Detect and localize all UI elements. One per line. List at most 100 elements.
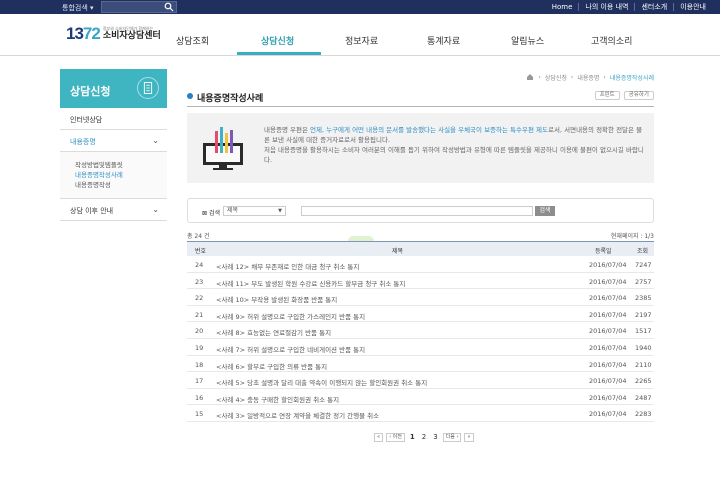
search-field-select[interactable]: 제목 ▼ (223, 206, 286, 216)
side-navigation: 상담신청 인터넷상담 내용증명 ⌄ 작성방법및템플릿 내용증명작성사례 내용증명… (60, 69, 167, 221)
header-title: 제목 (392, 248, 404, 255)
row-title[interactable]: <사례 9> 허위 설명으로 구입한 가스레인지 반품 통지 (216, 311, 365, 321)
chevron-down-icon: ⌄ (152, 136, 159, 145)
row-number: 16 (195, 393, 204, 402)
table-row[interactable]: 22 <사례 10> 부작용 발생된 화장품 반품 통지 2016/07/04 238… (187, 289, 654, 306)
side-nav-label: 내용증명 (70, 138, 96, 146)
usage-guide-link[interactable]: 이용안내 (673, 3, 712, 11)
row-number: 19 (195, 343, 204, 352)
page-info: 현재페이지 : 1/3 (610, 233, 654, 240)
table-row[interactable]: 21 <사례 9> 허위 설명으로 구입한 가스레인지 반품 통지 2016/07/… (187, 306, 654, 323)
row-views: 1517 (635, 327, 652, 336)
my-history-link[interactable]: 나의 이용 내역 (578, 3, 634, 11)
menu-item-voice[interactable]: 고객의소리 (591, 34, 632, 47)
top-bar: 통합검색 ▾ Home 나의 이용 내역 센터소개 이용안내 (0, 0, 720, 14)
first-page-button[interactable]: « (374, 432, 384, 442)
table-row[interactable]: 20 <사례 8> 효능없는 연료절감기 반품 통지 2016/07/04 1517 (187, 322, 654, 339)
row-date: 2016/07/04 (589, 393, 627, 402)
menu-item-stats[interactable]: 통계자료 (427, 34, 460, 47)
breadcrumb-item[interactable]: 상담신청 (545, 73, 567, 82)
side-nav-item-after-consult[interactable]: 상담 이후 안내 ⌄ (60, 199, 167, 221)
row-views: 7247 (635, 261, 652, 269)
unified-search-dropdown[interactable]: 통합검색 ▾ (62, 3, 94, 13)
breadcrumb-item[interactable]: 내용증명 (577, 73, 599, 82)
sub-item-write[interactable]: 내용증명작성 (75, 180, 167, 190)
page-title: 내용증명작성사례 (197, 94, 264, 104)
row-number: 18 (195, 360, 204, 369)
page-number[interactable]: 2 (420, 433, 428, 441)
row-views: 2487 (635, 393, 652, 402)
search-label: ⊠ 검색 (202, 210, 220, 217)
row-title[interactable]: <사례 7> 허위 설명으로 구입한 네비게이션 반품 통지 (216, 344, 365, 354)
breadcrumb: › 상담신청 › 내용증명 › 내용증명작성사례 (526, 72, 654, 82)
header-no: 번호 (195, 248, 207, 255)
row-number: 15 (195, 410, 204, 419)
row-title[interactable]: <사례 5> 당초 설명과 달리 대출 약속이 이행되지 않는 할인회원권 취소… (216, 377, 427, 387)
table-row[interactable]: 15 <사례 3> 일방적으로 연장 계약을 체결한 정기 간행물 취소 2016/… (187, 405, 654, 422)
row-title[interactable]: <사례 3> 일방적으로 연장 계약을 체결한 정기 간행물 취소 (216, 410, 379, 420)
row-number: 24 (195, 261, 204, 269)
title-bullet-icon (187, 93, 193, 99)
menu-item-news[interactable]: 알림뉴스 (511, 34, 544, 47)
row-date: 2016/07/04 (589, 261, 627, 269)
search-input[interactable] (301, 206, 533, 216)
side-nav-sub-list: 작성방법및템플릿 내용증명작성사례 내용증명작성 (60, 152, 167, 199)
row-views: 2283 (635, 410, 652, 419)
site-logo[interactable]: 1372 정부와 소비자단체가 함께하는 소비자상담센터 (66, 23, 161, 45)
list-search-bar: ⊠ 검색 제목 ▼ 검색 (187, 198, 654, 223)
row-date: 2016/07/04 (589, 410, 627, 419)
page-tools: 프린트 공유하기 (594, 91, 654, 100)
row-title[interactable]: <사례 4> 충동 구매한 할인회원권 취소 통지 (216, 394, 339, 404)
row-title[interactable]: <사례 12> 채무 부존재로 인한 대금 청구 취소 통지 (216, 261, 359, 271)
print-button[interactable]: 프린트 (594, 91, 620, 100)
share-button[interactable]: 공유하기 (623, 91, 654, 100)
page-number[interactable]: 1 (408, 433, 417, 441)
table-row[interactable]: 17 <사례 5> 당초 설명과 달리 대출 약속이 이행되지 않는 할인회원권 … (187, 372, 654, 389)
center-intro-link[interactable]: 센터소개 (634, 3, 673, 11)
sub-item-guide-template[interactable]: 작성방법및템플릿 (75, 160, 167, 170)
row-date: 2016/07/04 (589, 360, 627, 369)
last-page-button[interactable]: » (464, 432, 474, 442)
row-number: 22 (195, 294, 204, 303)
search-icon[interactable] (164, 2, 174, 12)
intro-text: 내용증명 우편은 언제, 누구에게 어떤 내용의 문서를 발송했다는 사실을 우… (264, 125, 648, 165)
chevron-down-icon: ⌄ (152, 205, 159, 214)
sub-item-case-examples[interactable]: 내용증명작성사례 (75, 170, 167, 180)
page-number[interactable]: 3 (431, 433, 439, 441)
row-date: 2016/07/04 (589, 310, 627, 319)
side-nav-label: 인터넷상담 (70, 116, 103, 124)
row-title[interactable]: <사례 8> 효능없는 연료절감기 반품 통지 (216, 327, 331, 337)
row-views: 2757 (635, 277, 652, 286)
table-row[interactable]: 23 <사례 11> 부도 발생된 학원 수강료 신용카드 할부금 청구 취소 통… (187, 273, 654, 290)
main-menu: 상담조회 상담신청 정보자료 통계자료 알림뉴스 고객의소리 (150, 34, 720, 47)
table-row[interactable]: 19 <사례 7> 허위 설명으로 구입한 네비게이션 반품 통지 2016/07/… (187, 339, 654, 356)
intro-text-a: 내용증명 우편은 (264, 126, 310, 134)
search-button[interactable]: 검색 (535, 206, 555, 216)
table-row[interactable]: 24 <사례 12> 채무 부존재로 인한 대금 청구 취소 통지 2016/07/… (187, 256, 654, 273)
header-views: 조회 (637, 248, 649, 255)
header-date: 등록일 (595, 248, 612, 255)
top-links: Home 나의 이용 내역 센터소개 이용안내 (546, 0, 712, 14)
home-link[interactable]: Home (546, 3, 579, 11)
menu-item-info[interactable]: 정보자료 (345, 34, 378, 47)
row-views: 2265 (635, 377, 652, 386)
side-nav-header: 상담신청 (60, 69, 167, 108)
table-row[interactable]: 16 <사례 4> 충동 구매한 할인회원권 취소 통지 2016/07/04 248… (187, 389, 654, 406)
search-field-value: 제목 (227, 207, 239, 214)
side-nav-item-certified-mail[interactable]: 내용증명 ⌄ (60, 130, 167, 152)
menu-item-application[interactable]: 상담신청 (261, 34, 294, 47)
row-title[interactable]: <사례 11> 부도 발생된 학원 수강료 신용카드 할부금 청구 취소 통지 (216, 278, 405, 288)
logo-number-a: 13 (66, 24, 84, 43)
side-nav-item-internet-consult[interactable]: 인터넷상담 (60, 108, 167, 130)
row-date: 2016/07/04 (589, 343, 627, 352)
intro-highlight: 언제, 누구에게 어떤 내용의 문서를 발송했다는 사실을 우체국이 보증하는 … (310, 126, 549, 134)
prev-page-button[interactable]: ‹ 이전 (386, 432, 405, 442)
menu-item-inquiry[interactable]: 상담조회 (176, 34, 209, 47)
home-icon[interactable] (526, 73, 534, 81)
row-title[interactable]: <사례 10> 부작용 발생된 화장품 반품 통지 (216, 294, 337, 304)
side-nav-title: 상담신청 (70, 85, 111, 98)
table-row[interactable]: 18 <사례 6> 할부로 구입한 의류 반품 통지 2016/07/04 2110 (187, 356, 654, 373)
case-list-table: 번호 제목 등록일 조회 24 <사례 12> 채무 부존재로 인한 대금 청구 … (187, 241, 654, 422)
row-title[interactable]: <사례 6> 할부로 구입한 의류 반품 통지 (216, 361, 327, 371)
next-page-button[interactable]: 다음 › (442, 432, 462, 442)
